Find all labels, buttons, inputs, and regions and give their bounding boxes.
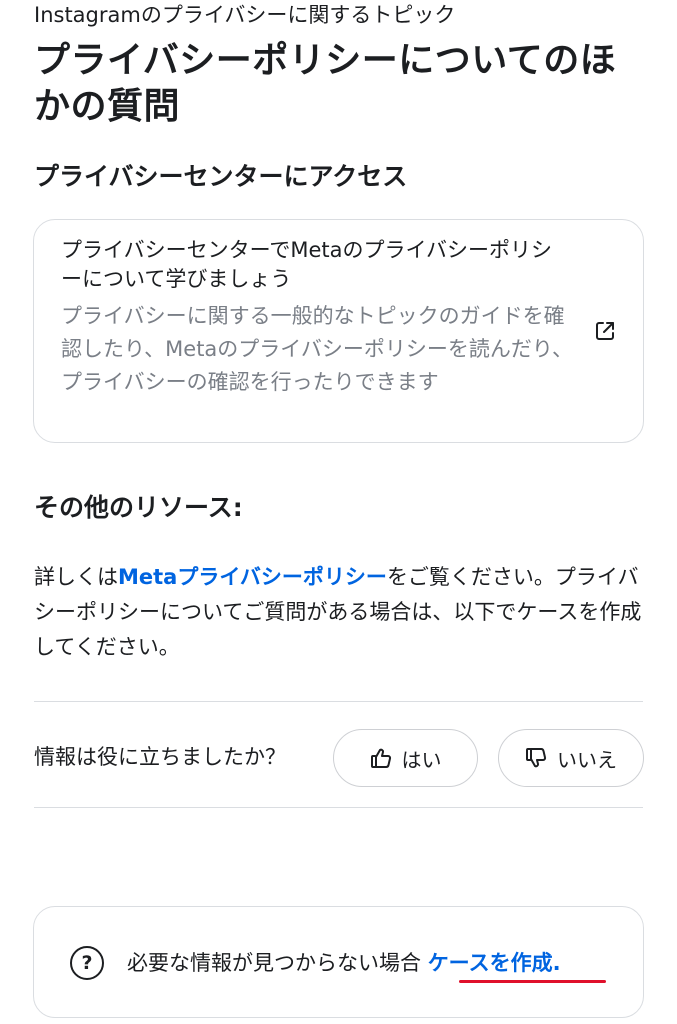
create-case-link[interactable]: ケースを作成.: [428, 951, 561, 975]
text-before-link: 詳しくは: [34, 565, 118, 589]
feedback-yes-button[interactable]: はい: [333, 729, 478, 787]
page: Instagramのプライバシーに関するトピック プライバシーポリシーについての…: [0, 0, 677, 1024]
feedback-no-label: いいえ: [557, 747, 617, 772]
help-message: 必要な情報が見つからない場合: [127, 951, 421, 975]
thumbs-down-icon: [526, 748, 547, 768]
breadcrumb[interactable]: Instagramのプライバシーに関するトピック: [34, 2, 455, 28]
other-resources-heading: その他のリソース:: [34, 493, 243, 522]
meta-privacy-policy-link[interactable]: Metaプライバシーポリシー: [118, 565, 387, 589]
page-title: プライバシーポリシーについてのほかの質問: [34, 40, 617, 127]
privacy-center-card[interactable]: プライバシーセンターでMetaのプライバシーポリシーについて学びましょう プライ…: [33, 219, 644, 443]
divider-bottom: [34, 807, 643, 808]
annotation-underline: [459, 980, 606, 983]
help-text: 必要な情報が見つからない場合 ケースを作成.: [127, 946, 561, 980]
privacy-center-heading: プライバシーセンターにアクセス: [34, 162, 408, 191]
help-card: ? 必要な情報が見つからない場合 ケースを作成.: [33, 906, 644, 1018]
external-link-icon: [596, 322, 614, 340]
feedback-no-button[interactable]: いいえ: [498, 729, 644, 787]
feedback-yes-label: はい: [401, 747, 442, 772]
other-resources-text: 詳しくはMetaプライバシーポリシーをご覧ください。プライバシーポリシーについて…: [34, 560, 649, 665]
feedback-question: 情報は役に立ちましたか？: [34, 745, 286, 769]
card-description: プライバシーに関する一般的なトピックのガイドを確認したり、Metaのプライバシー…: [61, 304, 574, 394]
thumbs-up-icon: [370, 748, 391, 768]
card-title: プライバシーセンターでMetaのプライバシーポリシーについて学びましょう: [61, 238, 553, 291]
divider-top: [34, 701, 643, 702]
question-circle-icon: ?: [70, 946, 104, 980]
